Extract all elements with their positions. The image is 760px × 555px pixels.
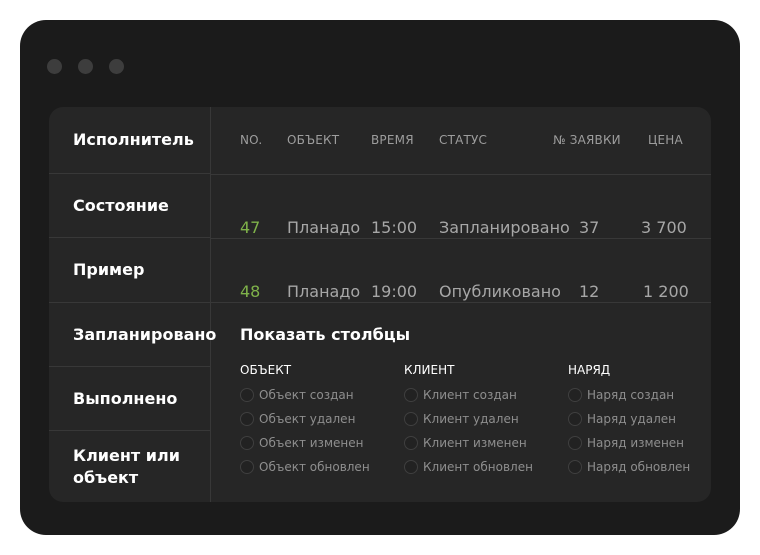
column-header-status[interactable]: СТАТУС [439,133,487,147]
radio-button[interactable] [404,388,418,402]
window-controls [47,59,124,74]
sidebar-item-client-or-object[interactable]: Клиент или объект [49,431,211,502]
option-client-created[interactable]: Клиент создан [404,383,533,407]
option-object-deleted[interactable]: Объект удален [240,407,370,431]
cell-time: 19:00 [371,282,418,301]
option-order-deleted[interactable]: Наряд удален [568,407,690,431]
radio-button[interactable] [568,388,582,402]
window-dot-3[interactable] [109,59,124,74]
radio-button[interactable] [404,412,418,426]
option-label: Наряд удален [587,412,676,426]
row-divider [211,174,711,175]
option-object-changed[interactable]: Объект изменен [240,431,370,455]
sidebar-item-executor[interactable]: Исполнитель [49,107,211,174]
cell-request-no: 37 [579,218,600,237]
sidebar-item-label: Запланировано [73,324,217,344]
option-label: Объект создан [259,388,354,402]
column-header-object[interactable]: ОБЪЕКТ [287,133,339,147]
option-client-changed[interactable]: Клиент изменен [404,431,533,455]
option-label: Клиент изменен [423,436,527,450]
option-label: Наряд изменен [587,436,685,450]
cell-status: Опубликовано [439,282,561,301]
row-divider [211,302,711,303]
option-client-deleted[interactable]: Клиент удален [404,407,533,431]
sidebar-item-label: Выполнено [73,388,178,408]
column-header-time[interactable]: ВРЕМЯ [371,133,414,147]
option-label: Клиент создан [423,388,517,402]
sidebar-item-label: Исполнитель [73,130,194,149]
option-order-created[interactable]: Наряд создан [568,383,690,407]
option-label: Клиент обновлен [423,460,533,474]
cell-status: Запланировано [439,218,570,237]
column-header-request-no[interactable]: № ЗАЯВКИ [553,133,621,147]
cell-price: 3 700 [641,218,687,237]
sidebar-item-scheduled[interactable]: Запланировано [49,303,216,367]
radio-button[interactable] [568,412,582,426]
cell-object: Планадо [287,282,361,301]
column-header-no[interactable]: NO. [240,133,262,147]
radio-button[interactable] [568,436,582,450]
radio-button[interactable] [240,460,254,474]
sidebar-item-example[interactable]: Пример [49,238,211,303]
app-window: Исполнитель Состояние Пример Запланирова… [20,20,740,535]
column-group-title: ОБЪЕКТ [240,363,292,377]
column-header-price[interactable]: ЦЕНА [648,133,683,147]
column-group-object: ОБЪЕКТ Объект создан Объект удален Объек… [240,363,370,479]
option-order-updated[interactable]: Наряд обновлен [568,455,690,479]
option-label: Наряд обновлен [587,460,691,474]
column-group-title: НАРЯД [568,363,611,377]
sidebar-item-completed[interactable]: Выполнено [49,367,211,431]
option-object-updated[interactable]: Объект обновлен [240,455,370,479]
option-order-changed[interactable]: Наряд изменен [568,431,690,455]
sidebar-item-label: Состояние [73,195,169,215]
cell-time: 15:00 [371,218,418,237]
window-dot-1[interactable] [47,59,62,74]
option-object-created[interactable]: Объект создан [240,383,370,407]
option-label: Наряд создан [587,388,675,402]
radio-button[interactable] [404,460,418,474]
column-group-title: КЛИЕНТ [404,363,455,377]
column-group-client: КЛИЕНТ Клиент создан Клиент удален Клиен… [404,363,533,479]
option-label: Объект обновлен [259,460,370,474]
sidebar-item-label: Клиент или объект [73,445,180,487]
cell-object: Планадо [287,218,361,237]
row-divider [211,238,711,239]
cell-price: 1 200 [643,282,689,301]
radio-button[interactable] [568,460,582,474]
option-client-updated[interactable]: Клиент обновлен [404,455,533,479]
cell-no: 48 [240,282,261,301]
window-dot-2[interactable] [78,59,93,74]
column-group-order: НАРЯД Наряд создан Наряд удален Наряд из… [568,363,690,479]
sidebar: Исполнитель Состояние Пример Запланирова… [49,107,216,502]
option-label: Объект изменен [259,436,364,450]
sidebar-item-state[interactable]: Состояние [49,174,211,238]
main-panel: Исполнитель Состояние Пример Запланирова… [49,107,711,502]
sidebar-item-label: Пример [73,260,145,279]
cell-request-no: 12 [579,282,600,301]
cell-no: 47 [240,218,261,237]
radio-button[interactable] [240,436,254,450]
radio-button[interactable] [404,436,418,450]
radio-button[interactable] [240,388,254,402]
show-columns-title: Показать столбцы [240,325,411,344]
option-label: Клиент удален [423,412,519,426]
option-label: Объект удален [259,412,356,426]
radio-button[interactable] [240,412,254,426]
